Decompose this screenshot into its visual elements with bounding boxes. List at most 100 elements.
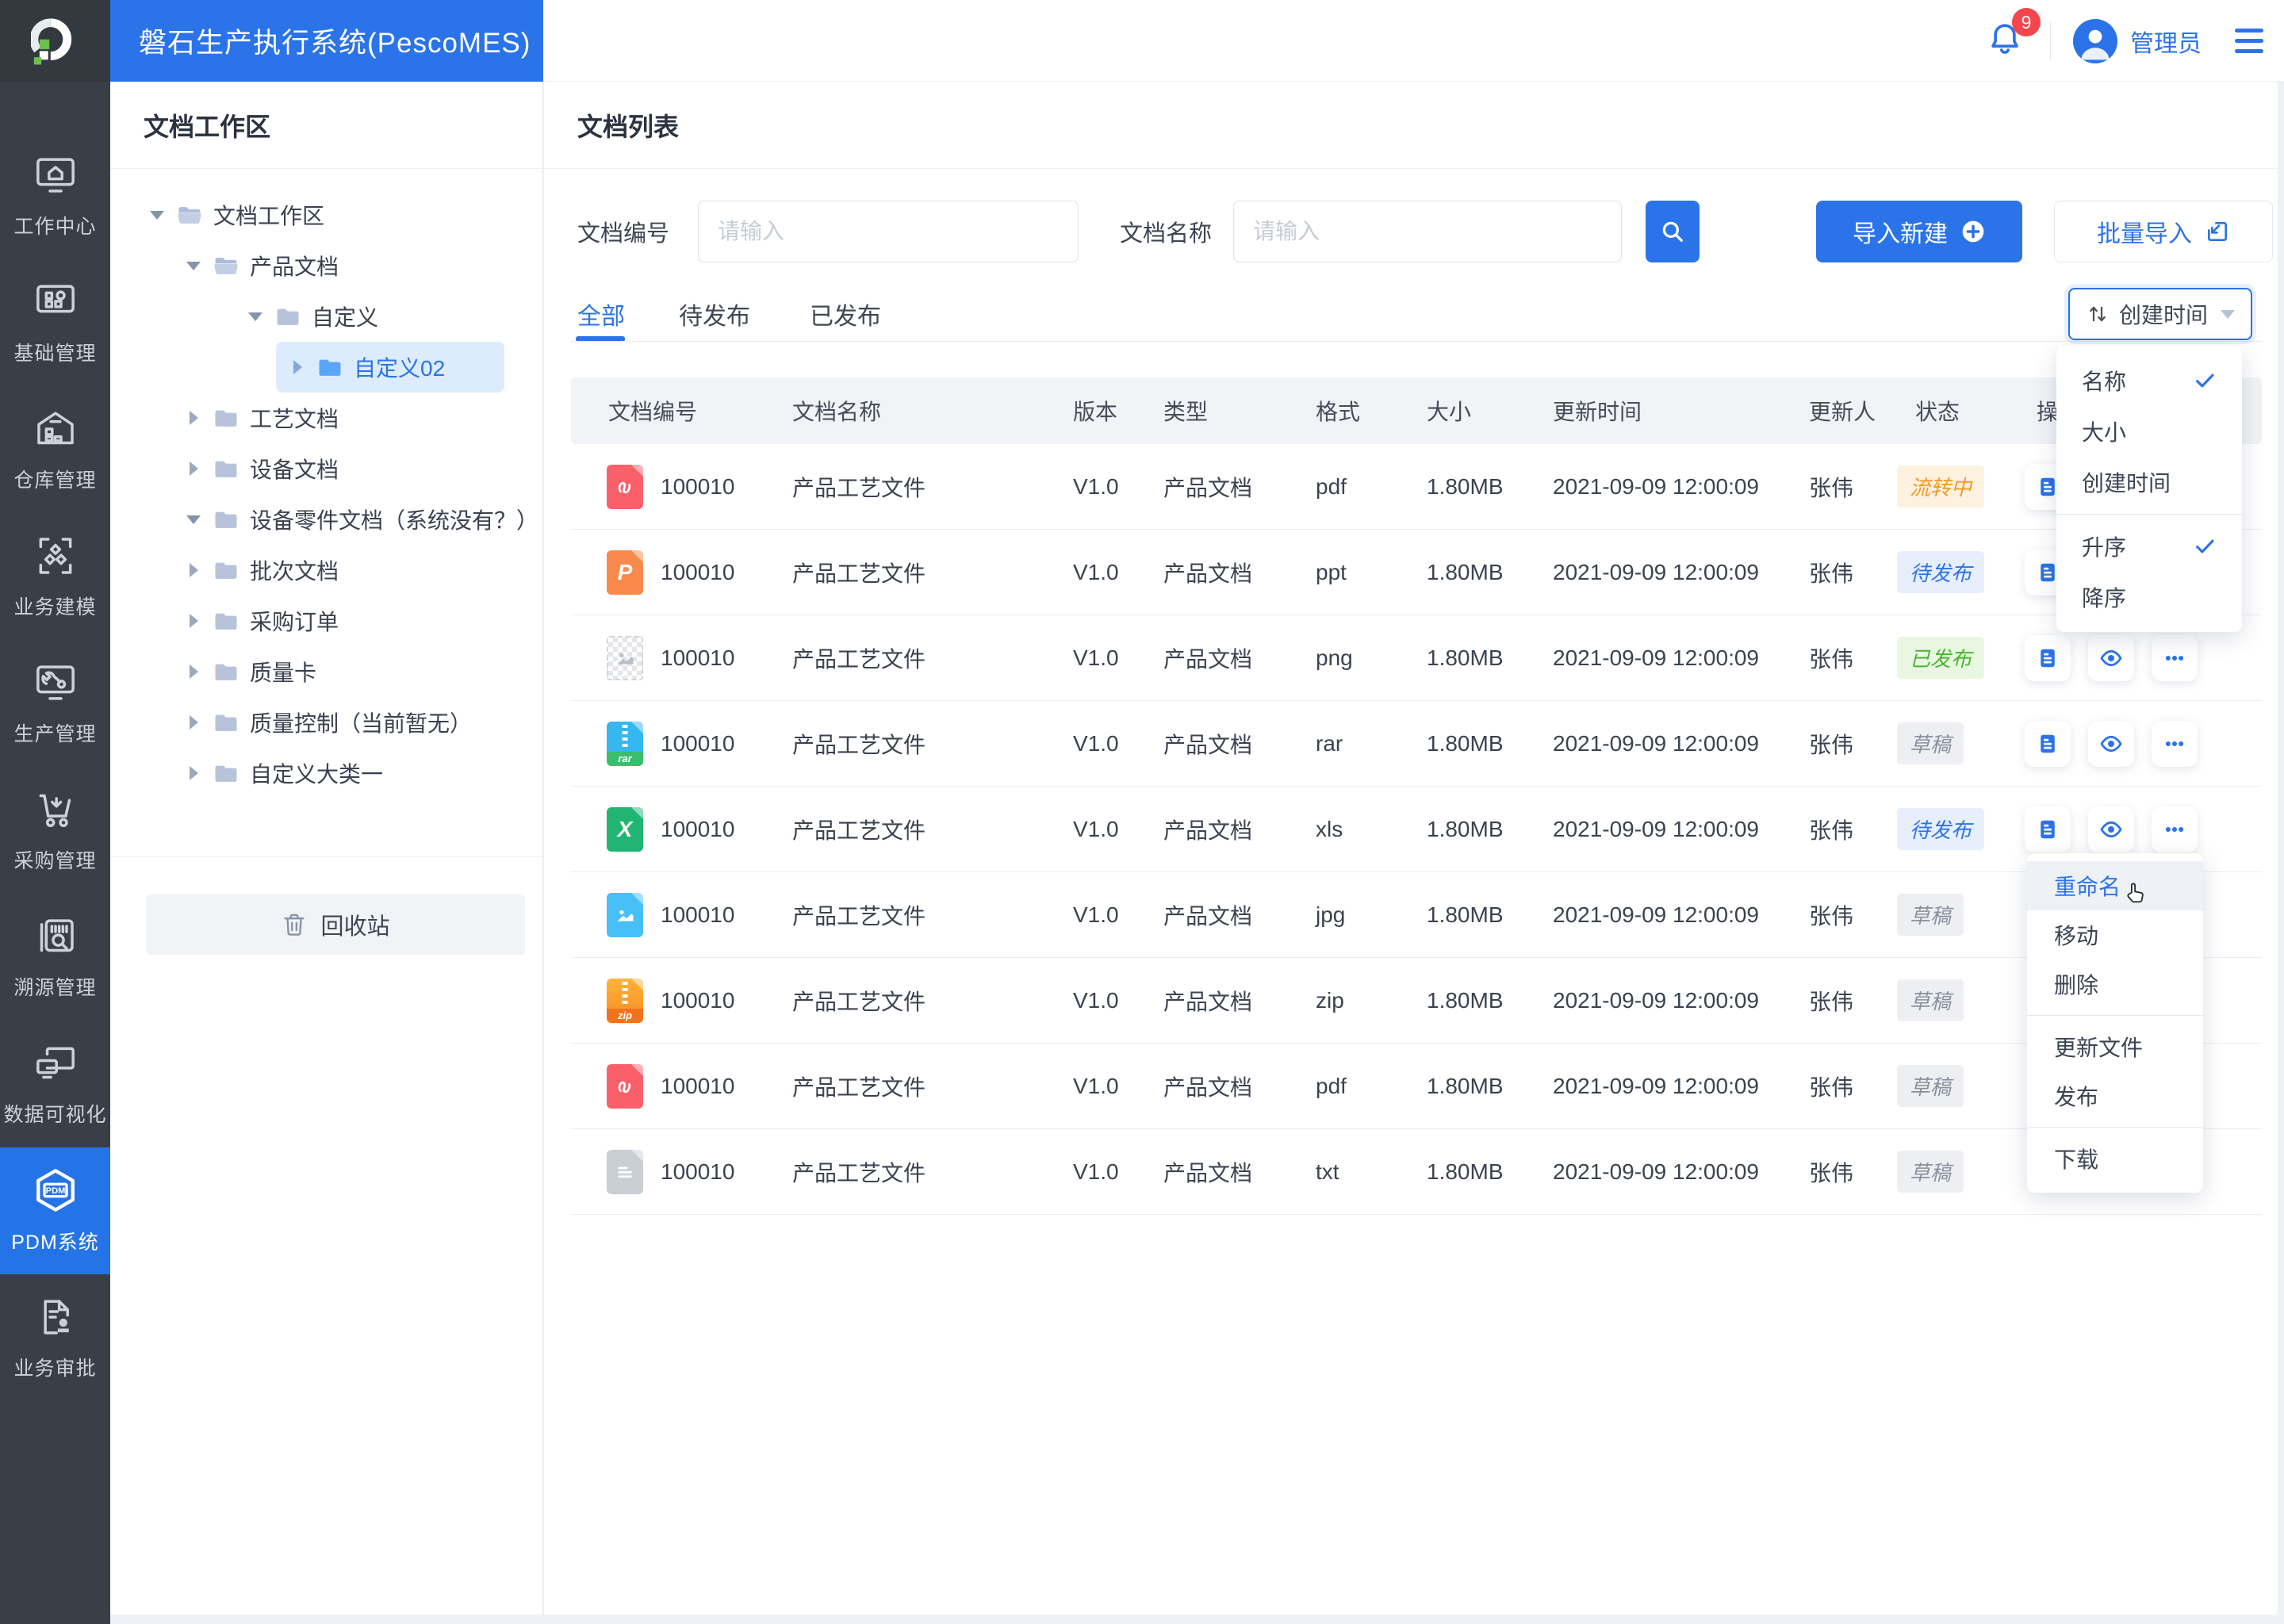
rail-item-warehouse[interactable]: 仓库管理 [0,386,110,513]
tree-item-custom02-selected[interactable]: 自定义02 [276,342,504,393]
col-doc-no: 文档编号 [608,400,698,424]
tree-item-equipment-docs[interactable]: 设备文档 [110,443,542,494]
more-actions-button[interactable] [2152,720,2198,767]
data-viz-icon [33,1041,78,1090]
caret-right-icon[interactable] [185,766,202,780]
png-file-icon [607,635,643,680]
page-title: 文档列表 [544,82,2278,169]
tab-pending[interactable]: 待发布 [679,300,750,335]
table-row[interactable]: 100010 产品工艺文件 V1.0 产品文档 pdf 1.80MB 2021-… [571,444,2262,530]
rail-item-workcenter[interactable]: 工作中心 [0,132,110,259]
tabs-divider [571,341,2262,342]
notifications-button[interactable]: 9 [1987,8,2041,61]
doc-detail-button[interactable] [2025,806,2071,852]
caret-right-icon[interactable] [185,563,202,577]
col-updater: 更新人 [1809,400,1876,424]
tree-item-custom[interactable]: 自定义 [110,291,542,342]
menu-item-update-file[interactable]: 更新文件 [2027,1022,2203,1071]
ellipsis-icon [2165,741,2184,746]
rail-item-production[interactable]: 生产管理 [0,640,110,767]
avatar[interactable] [2073,18,2117,63]
caret-down-icon[interactable] [247,312,264,321]
hamburger-menu-icon[interactable] [2235,29,2263,53]
search-icon [1662,221,1683,242]
ppt-file-icon: P [607,550,643,595]
doc-detail-button[interactable] [2025,720,2071,767]
rail-item-data-viz[interactable]: 数据可视化 [0,1021,110,1147]
caret-right-icon[interactable] [185,665,202,679]
folder-icon [319,359,341,376]
folder-icon [215,714,237,731]
menu-item-delete[interactable]: 删除 [2027,959,2203,1009]
caret-down-icon[interactable] [148,210,166,220]
preview-button[interactable] [2088,634,2134,681]
preview-button[interactable] [2088,806,2134,852]
table-row[interactable]: P 100010 产品工艺文件 V1.0 产品文档 ppt 1.80MB 202… [571,530,2262,615]
batch-import-button[interactable]: 批量导入 [2054,201,2273,262]
rail-item-biz-modeling[interactable]: 业务建模 [0,513,110,640]
sort-option-name[interactable]: 名称 [2056,355,2242,406]
tree-item-equipment-parts-docs[interactable]: 设备零件文档（系统没有？） [110,494,542,545]
table-row[interactable]: zip 100010 产品工艺文件 V1.0 产品文档 zip 1.80MB 2… [571,958,2262,1044]
table-row[interactable]: 100010 产品工艺文件 V1.0 产品文档 png 1.80MB 2021-… [571,615,2262,701]
search-button[interactable] [1646,201,1700,262]
user-name[interactable]: 管理员 [2130,24,2202,59]
table-row[interactable]: rar 100010 产品工艺文件 V1.0 产品文档 rar 1.80MB 2… [571,701,2262,787]
menu-item-publish[interactable]: 发布 [2027,1071,2203,1120]
menu-divider [2027,1127,2203,1128]
table-row[interactable]: 100010 产品工艺文件 V1.0 产品文档 jpg 1.80MB 2021-… [571,872,2262,958]
tree-item-root[interactable]: 文档工作区 [110,190,542,240]
caret-right-icon[interactable] [289,360,306,374]
table-header: 文档编号 文档名称 版本 类型 格式 大小 更新时间 更新人 状态 操作 [571,377,2262,444]
logo-d-icon [30,17,71,64]
menu-item-move[interactable]: 移动 [2027,910,2203,959]
menu-item-rename[interactable]: 重命名 [2027,861,2203,910]
import-new-button[interactable]: 导入新建 [1816,201,2022,262]
rail-items: 工作中心 基础管理 仓库管理 业务建模 生产管理 采购管理 溯源管理 数据可视化… [0,82,110,1401]
table-row[interactable]: 100010 产品工艺文件 V1.0 产品文档 txt 1.80MB 2021-… [571,1129,2262,1215]
rail-item-pdm[interactable]: PDM PDM系统 [0,1147,110,1274]
more-actions-button[interactable] [2152,634,2198,681]
batch-import-icon [2208,222,2227,241]
caret-down-icon[interactable] [185,515,202,524]
rail-item-biz-approval[interactable]: 业务审批 [0,1274,110,1401]
app-logo[interactable] [0,0,110,82]
sort-option-size[interactable]: 大小 [2056,406,2242,457]
more-actions-button[interactable] [2152,806,2198,852]
caret-right-icon[interactable] [185,715,202,730]
table-row[interactable]: X 100010 产品工艺文件 V1.0 产品文档 xls 1.80MB 202… [571,787,2262,872]
tree-item-quality-card[interactable]: 质量卡 [110,646,542,697]
tree-item-batch-docs[interactable]: 批次文档 [110,545,542,596]
tab-published[interactable]: 已发布 [810,300,881,335]
doc-tree: 文档工作区 产品文档 自定义 自定义02 工艺文档 设备文档 设备零件文档（系统… [110,169,542,799]
doc-detail-button[interactable] [2025,634,2071,681]
pdm-hexagon-icon: PDM [33,1167,79,1217]
tree-item-product-docs[interactable]: 产品文档 [110,240,542,291]
table-row[interactable]: 100010 产品工艺文件 V1.0 产品文档 pdf 1.80MB 2021-… [571,1044,2262,1129]
doc-name-input[interactable] [1233,201,1622,262]
status-badge: 待发布 [1897,808,1985,850]
sort-dropdown-menu: 名称 大小 创建时间 升序 降序 [2056,346,2242,632]
tree-item-quality-control[interactable]: 质量控制（当前暂无） [110,697,542,748]
tree-item-purchase-orders[interactable]: 采购订单 [110,596,542,646]
sort-order-asc[interactable]: 升序 [2056,521,2242,572]
rail-item-purchasing[interactable]: 采购管理 [0,767,110,894]
rail-item-basic-mgmt[interactable]: 基础管理 [0,259,110,386]
rail-item-traceability[interactable]: 溯源管理 [0,894,110,1021]
recycle-bin-button[interactable]: 回收站 [146,894,525,955]
tab-all[interactable]: 全部 [577,300,625,335]
caret-right-icon[interactable] [185,462,202,476]
doc-no-input[interactable] [698,201,1079,262]
tree-item-custom-category-one[interactable]: 自定义大类一 [110,748,542,799]
preview-button[interactable] [2088,720,2134,767]
sort-select[interactable]: 创建时间 [2068,288,2252,340]
doc-no-label: 文档编号 [577,221,670,247]
caret-right-icon[interactable] [185,614,202,628]
sort-order-desc[interactable]: 降序 [2056,572,2242,622]
caret-right-icon[interactable] [185,411,202,425]
purchasing-icon [33,787,78,836]
tree-item-process-docs[interactable]: 工艺文档 [110,393,542,443]
menu-item-download[interactable]: 下载 [2027,1134,2203,1183]
sort-option-created[interactable]: 创建时间 [2056,457,2242,508]
caret-down-icon[interactable] [185,261,202,270]
